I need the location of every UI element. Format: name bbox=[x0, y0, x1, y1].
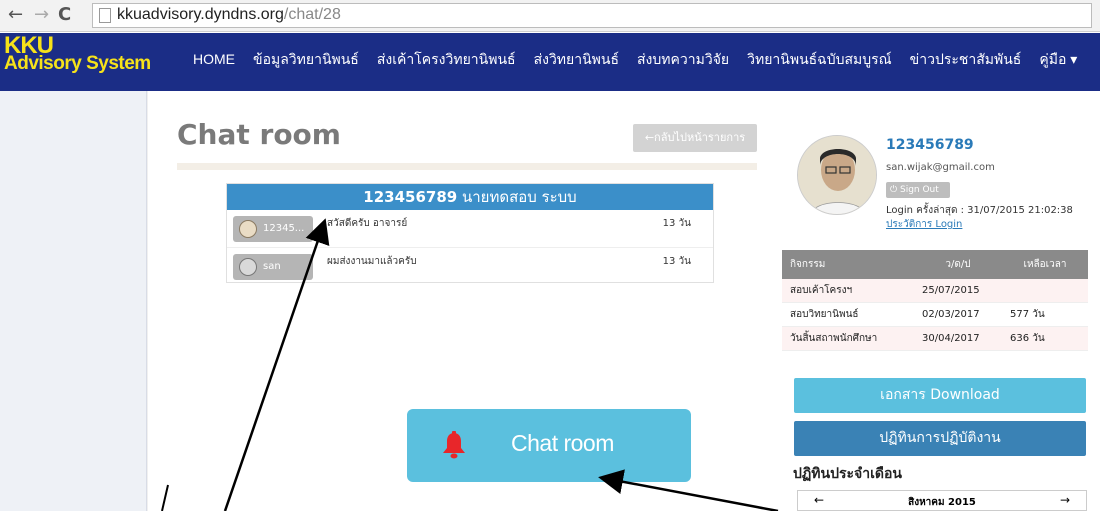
table-row: สอบวิทยานิพนธ์ 02/03/2017 577 วัน bbox=[782, 303, 1088, 327]
chat-row[interactable]: 12345... สวัสดีครับ อาจารย์ 13 วัน bbox=[227, 211, 713, 248]
last-login-text: Login ครั้งล่าสุด : 31/07/2015 21:02:38 bbox=[886, 205, 1073, 216]
avatar bbox=[239, 258, 257, 276]
calendar-nav: ← สิงหาคม 2015 → bbox=[797, 490, 1087, 511]
forward-arrow-icon[interactable]: → bbox=[34, 5, 49, 25]
page-icon bbox=[99, 8, 111, 23]
bell-icon bbox=[443, 431, 465, 459]
login-history-link[interactable]: ประวัติการ Login bbox=[886, 217, 962, 232]
monthly-calendar-heading: ปฏิทินประจำเดือน bbox=[793, 466, 902, 482]
chat-row[interactable]: san ผมส่งงานมาแล้วครับ 13 วัน bbox=[227, 249, 713, 286]
address-bar[interactable]: kkuadvisory.dyndns.org/chat/28 bbox=[92, 3, 1092, 28]
page-title: Chat room bbox=[177, 118, 341, 151]
nav-submit-proposal[interactable]: ส่งเค้าโครงวิทยานิพนธ์ bbox=[368, 49, 525, 69]
reload-icon[interactable]: C bbox=[58, 5, 71, 25]
profile-photo bbox=[797, 135, 877, 215]
chat-time: 13 วัน bbox=[662, 256, 691, 267]
nav-news[interactable]: ข่าวประชาสัมพันธ์ bbox=[901, 49, 1031, 69]
calendar-month: สิงหาคม 2015 bbox=[908, 497, 976, 508]
chat-header: 123456789 นายทดสอบ ระบบ bbox=[227, 184, 713, 210]
sign-out-button[interactable]: ⏻ Sign Out bbox=[886, 182, 950, 198]
profile-email: san.wijak@gmail.com bbox=[886, 162, 995, 173]
work-calendar-button[interactable]: ปฏิทินการปฏิบัติงาน bbox=[794, 421, 1086, 456]
profile-id: 123456789 bbox=[886, 137, 974, 153]
chat-panel: 123456789 นายทดสอบ ระบบ 12345... สวัสดีค… bbox=[226, 183, 714, 283]
user-chip: san bbox=[233, 254, 313, 280]
back-to-list-button[interactable]: ←กลับไปหน้ารายการ bbox=[633, 124, 757, 152]
site-logo[interactable]: KKU Advisory System bbox=[4, 34, 151, 74]
title-divider bbox=[177, 163, 757, 170]
user-chip: 12345... bbox=[233, 216, 313, 242]
main-menu: HOME ข้อมูลวิทยานิพนธ์ ส่งเค้าโครงวิทยาน… bbox=[184, 49, 1086, 69]
avatar bbox=[239, 220, 257, 238]
table-row: สอบเค้าโครงฯ 25/07/2015 bbox=[782, 279, 1088, 303]
nav-manual-dropdown[interactable]: คู่มือ ▾ bbox=[1030, 49, 1086, 69]
left-gutter bbox=[0, 91, 147, 511]
download-documents-button[interactable]: เอกสาร Download bbox=[794, 378, 1086, 413]
site-navbar: KKU Advisory System HOME ข้อมูลวิทยานิพน… bbox=[0, 33, 1100, 91]
chat-room-label: Chat room bbox=[511, 430, 614, 456]
nav-submit-article[interactable]: ส่งบทความวิจัย bbox=[628, 49, 738, 69]
activity-table: กิจกรรม ว/ด/ป เหลือเวลา สอบเค้าโครงฯ 25/… bbox=[782, 250, 1088, 351]
logo-line2: Advisory System bbox=[4, 53, 151, 74]
calendar-next-icon[interactable]: → bbox=[1060, 493, 1070, 507]
nav-home[interactable]: HOME bbox=[184, 49, 244, 69]
chat-time: 13 วัน bbox=[662, 218, 691, 229]
chat-message: สวัสดีครับ อาจารย์ bbox=[327, 218, 408, 229]
person-portrait-icon bbox=[798, 136, 876, 214]
chat-room-button[interactable]: Chat room bbox=[407, 409, 691, 482]
url-text: kkuadvisory.dyndns.org/chat/28 bbox=[117, 6, 341, 23]
browser-toolbar: ← → C kkuadvisory.dyndns.org/chat/28 bbox=[0, 0, 1100, 32]
back-arrow-icon[interactable]: ← bbox=[8, 5, 23, 25]
table-header: กิจกรรม ว/ด/ป เหลือเวลา bbox=[782, 250, 1088, 279]
chat-message: ผมส่งงานมาแล้วครับ bbox=[327, 256, 417, 267]
table-row: วันสิ้นสถาพนักศึกษา 30/04/2017 636 วัน bbox=[782, 327, 1088, 351]
nav-submit-thesis[interactable]: ส่งวิทยานิพนธ์ bbox=[525, 49, 628, 69]
nav-final-thesis[interactable]: วิทยานิพนธ์ฉบับสมบูรณ์ bbox=[738, 49, 901, 69]
nav-thesis-info[interactable]: ข้อมูลวิทยานิพนธ์ bbox=[244, 49, 368, 69]
